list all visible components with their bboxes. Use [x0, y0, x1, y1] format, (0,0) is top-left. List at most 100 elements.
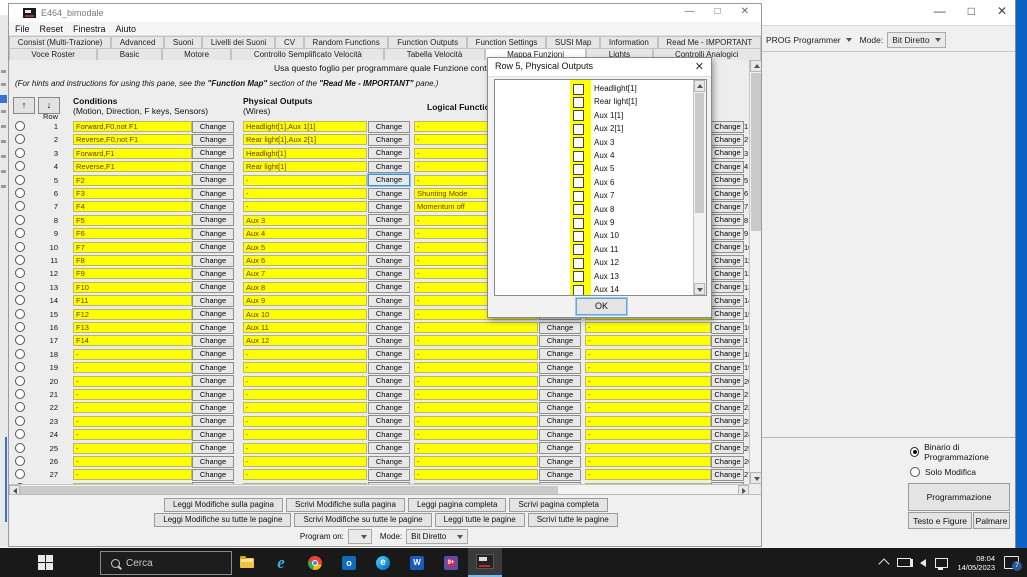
change-extra-button[interactable]: Change	[711, 294, 744, 307]
testo-e-figure-button[interactable]: Testo e Figure	[908, 512, 972, 529]
internet-explorer-taskbar-button[interactable]: e	[264, 548, 298, 577]
change-physical-outputs-button[interactable]: Change	[368, 133, 410, 146]
scroll-down-icon[interactable]	[694, 283, 705, 295]
change-conditions-button[interactable]: Change	[192, 147, 234, 160]
change-extra-button[interactable]: Change	[711, 227, 744, 240]
palmare-button[interactable]: Palmare	[973, 512, 1010, 529]
checkbox-icon[interactable]	[573, 163, 584, 175]
bg-maximize-button[interactable]: □	[968, 4, 975, 18]
change-conditions-button[interactable]: Change	[192, 187, 234, 200]
change-extra-button[interactable]: Change	[711, 267, 744, 280]
row-select-radio[interactable]	[15, 429, 25, 440]
row-select-radio[interactable]	[15, 174, 25, 185]
change-conditions-button[interactable]: Change	[192, 428, 234, 441]
change-conditions-button[interactable]: Change	[192, 401, 234, 414]
row-select-radio[interactable]	[15, 335, 25, 346]
change-conditions-button[interactable]: Change	[192, 241, 234, 254]
checkbox-icon[interactable]	[573, 137, 584, 149]
change-physical-outputs-button[interactable]: Change	[368, 361, 410, 374]
jmri-taskbar-button[interactable]	[468, 548, 502, 577]
change-extra-button[interactable]: Change	[711, 442, 744, 455]
ok-button[interactable]: OK	[576, 298, 627, 315]
checkbox-icon[interactable]	[573, 257, 584, 269]
change-conditions-button[interactable]: Change	[192, 267, 234, 280]
btn-leggi-pagina-completa[interactable]: Leggi pagina completa	[407, 498, 507, 512]
checkbox-icon[interactable]	[573, 271, 584, 283]
checkbox-icon[interactable]	[573, 177, 584, 189]
edge-taskbar-button[interactable]: e	[366, 548, 400, 577]
change-conditions-button[interactable]: Change	[192, 348, 234, 361]
dialog-close-icon[interactable]: ✕	[695, 60, 704, 73]
change-logical-functions-button[interactable]: Change	[539, 388, 581, 401]
change-conditions-button[interactable]: Change	[192, 294, 234, 307]
scrollbar-thumb[interactable]	[20, 486, 558, 494]
tab-information[interactable]: Information	[600, 36, 658, 48]
row-select-radio[interactable]	[15, 255, 25, 265]
change-physical-outputs-button[interactable]: Change	[368, 147, 410, 160]
checkbox-icon[interactable]	[573, 284, 584, 295]
taskbar-clock[interactable]: 08:04 14/05/2023	[957, 554, 995, 572]
tab-function-outputs[interactable]: Function Outputs	[388, 36, 467, 48]
change-physical-outputs-button[interactable]: Change	[368, 294, 410, 307]
row-select-radio[interactable]	[15, 375, 25, 386]
change-extra-button[interactable]: Change	[711, 375, 744, 388]
change-physical-outputs-button[interactable]: Change	[368, 321, 410, 334]
change-extra-button[interactable]: Change	[711, 241, 744, 254]
btn-leggi-tutte-le-pagine[interactable]: Leggi tutte le pagine	[434, 513, 525, 527]
change-physical-outputs-button[interactable]: Change	[368, 174, 410, 187]
change-physical-outputs-button[interactable]: Change	[368, 187, 410, 200]
tab-function-settings[interactable]: Function Settings	[466, 36, 547, 48]
change-extra-button[interactable]: Change	[711, 455, 744, 468]
change-extra-button[interactable]: Change	[711, 147, 744, 160]
checkbox-icon[interactable]	[573, 150, 584, 162]
change-extra-button[interactable]: Change	[711, 174, 744, 187]
btn-scrivi-modifiche-su-tutte-le-pagine[interactable]: Scrivi Modifiche su tutte le pagine	[294, 513, 432, 527]
change-conditions-button[interactable]: Change	[192, 455, 234, 468]
checkbox-icon[interactable]	[573, 96, 584, 108]
teams-taskbar-button[interactable]: T9+	[434, 548, 468, 577]
change-logical-functions-button[interactable]: Change	[539, 348, 581, 361]
bg-close-button[interactable]: ✕	[997, 4, 1007, 18]
program-on-select[interactable]	[347, 529, 372, 544]
close-button[interactable]: ✕	[741, 6, 749, 17]
change-physical-outputs-button[interactable]: Change	[368, 442, 410, 455]
btn-scrivi-pagina-completa[interactable]: Scrivi pagina completa	[509, 498, 608, 512]
change-conditions-button[interactable]: Change	[192, 174, 234, 187]
tab-tabella-velocit[interactable]: Tabella Velocità	[384, 48, 485, 60]
change-physical-outputs-button[interactable]: Change	[368, 160, 410, 173]
row-select-radio[interactable]	[15, 214, 25, 225]
change-extra-button[interactable]: Change	[711, 133, 744, 146]
checkbox-icon[interactable]	[573, 123, 584, 135]
tab-random-functions[interactable]: Random Functions	[303, 36, 389, 48]
btn-scrivi-modifiche-sulla-pagina[interactable]: Scrivi Modifiche sulla pagina	[286, 498, 405, 512]
tab-consist-multi-trazione[interactable]: Consist (Multi-Trazione)	[9, 36, 112, 48]
checkbox-icon[interactable]	[573, 217, 584, 229]
change-extra-button[interactable]: Change	[711, 348, 744, 361]
change-logical-functions-button[interactable]: Change	[539, 415, 581, 428]
horizontal-scrollbar[interactable]	[9, 484, 749, 494]
change-physical-outputs-button[interactable]: Change	[368, 388, 410, 401]
change-conditions-button[interactable]: Change	[192, 200, 234, 213]
change-conditions-button[interactable]: Change	[192, 214, 234, 227]
row-select-radio[interactable]	[15, 134, 25, 145]
change-extra-button[interactable]: Change	[711, 361, 744, 374]
change-logical-functions-button[interactable]: Change	[539, 334, 581, 347]
change-physical-outputs-button[interactable]: Change	[368, 348, 410, 361]
change-extra-button[interactable]: Change	[711, 281, 744, 294]
change-extra-button[interactable]: Change	[711, 334, 744, 347]
change-physical-outputs-button[interactable]: Change	[368, 227, 410, 240]
row-select-radio[interactable]	[15, 362, 25, 373]
row-select-radio[interactable]	[15, 201, 25, 212]
change-extra-button[interactable]: Change	[711, 214, 744, 227]
row-select-radio[interactable]	[15, 188, 25, 198]
change-conditions-button[interactable]: Change	[192, 468, 234, 481]
checkbox-icon[interactable]	[573, 190, 584, 202]
btn-scrivi-tutte-le-pagine[interactable]: Scrivi tutte le pagine	[527, 513, 618, 527]
change-conditions-button[interactable]: Change	[192, 133, 234, 146]
change-extra-button[interactable]: Change	[711, 468, 744, 481]
change-extra-button[interactable]: Change	[711, 160, 744, 173]
file-explorer-taskbar-button[interactable]	[230, 548, 264, 577]
row-select-radio[interactable]	[15, 415, 25, 426]
tab-voce-roster[interactable]: Voce Roster	[9, 48, 98, 60]
row-select-radio[interactable]	[15, 456, 25, 466]
